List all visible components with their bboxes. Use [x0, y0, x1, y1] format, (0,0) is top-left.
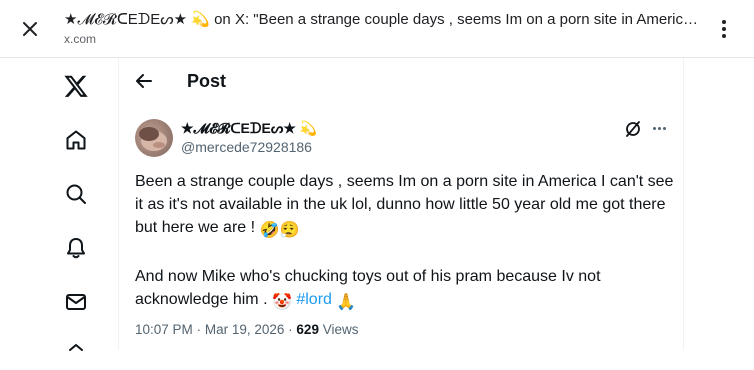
browser-top-bar: ★𝓜𝓔𝓡ᑕEᗪEᔕ★ 💫 on X: "Been a strange coupl… [0, 0, 754, 58]
post-paragraph-text: Been a strange couple days , seems Im on… [135, 173, 674, 236]
post-paragraph-text: And now Mike who's chucking toys out of … [135, 268, 601, 308]
post-time[interactable]: 10:07 PM [135, 322, 193, 337]
post-meta: 10:07 PM · Mar 19, 2026 · 629 Views [135, 322, 359, 337]
meta-separator: · [288, 322, 293, 337]
more-dot-icon [657, 126, 661, 130]
nav-messages[interactable] [60, 286, 92, 318]
post-header: Post [119, 58, 683, 106]
author-avatar[interactable] [135, 119, 173, 157]
post-text: Been a strange couple days , seems Im on… [135, 170, 675, 314]
menu-dot-icon [722, 20, 726, 24]
browser-page-title: ★𝓜𝓔𝓡ᑕEᗪEᔕ★ 💫 on X: "Been a strange coupl… [64, 11, 704, 28]
search-icon [66, 184, 86, 204]
envelope-icon [66, 294, 86, 310]
views-label: Views [322, 322, 359, 337]
views-count: 629 [296, 322, 319, 337]
page-content: Post ★𝓜𝓔𝓡ᑕEᗪEᔕ★ 💫 @mercede72928186 Been … [0, 58, 754, 351]
author-display-name: ★𝓜𝓔𝓡ᑕEᗪEᔕ★ [181, 120, 296, 136]
author-name-emoji: 💫 [299, 120, 318, 136]
author-handle[interactable]: @mercede72928186 [181, 139, 312, 155]
browser-url[interactable]: x.com [64, 32, 96, 46]
nav-notifications[interactable] [60, 232, 92, 264]
avatar-image [139, 127, 167, 151]
post-more-button[interactable] [649, 118, 669, 138]
browser-menu-button[interactable] [712, 15, 736, 43]
x-logo-link[interactable] [60, 70, 92, 102]
bell-icon [67, 238, 85, 259]
more-dot-icon [662, 126, 666, 130]
nav-home[interactable] [60, 124, 92, 156]
left-navigation [48, 58, 104, 351]
x-logo-icon [64, 75, 88, 97]
author-name[interactable]: ★𝓜𝓔𝓡ᑕEᗪEᔕ★ 💫 [181, 120, 317, 137]
more-dot-icon [652, 126, 656, 130]
close-icon [23, 22, 37, 36]
nav-search[interactable] [60, 178, 92, 210]
post-paragraph: And now Mike who's chucking toys out of … [135, 265, 675, 314]
post-paragraph: Been a strange couple days , seems Im on… [135, 170, 675, 242]
arrow-left-icon [136, 74, 152, 88]
grok-icon [626, 121, 640, 137]
laughing-relieved-emoji: 🤣😮‍💨 [259, 222, 300, 239]
pray-emoji: 🙏 [336, 294, 357, 311]
page-title: Post [187, 71, 227, 91]
clown-emoji: 🤡 [271, 294, 292, 311]
post-column: Post ★𝓜𝓔𝓡ᑕEᗪEᔕ★ 💫 @mercede72928186 Been … [118, 58, 684, 350]
home-icon [66, 130, 86, 150]
close-tab-button[interactable] [18, 17, 42, 41]
post-date[interactable]: Mar 19, 2026 [205, 322, 285, 337]
menu-dot-icon [722, 27, 726, 31]
grok-button[interactable] [623, 119, 643, 139]
meta-separator: · [196, 322, 202, 337]
more-nav-icon [69, 343, 83, 351]
menu-dot-icon [722, 34, 726, 38]
back-button[interactable] [133, 70, 155, 92]
hashtag-link[interactable]: #lord [296, 291, 332, 308]
nav-more[interactable] [60, 338, 92, 370]
